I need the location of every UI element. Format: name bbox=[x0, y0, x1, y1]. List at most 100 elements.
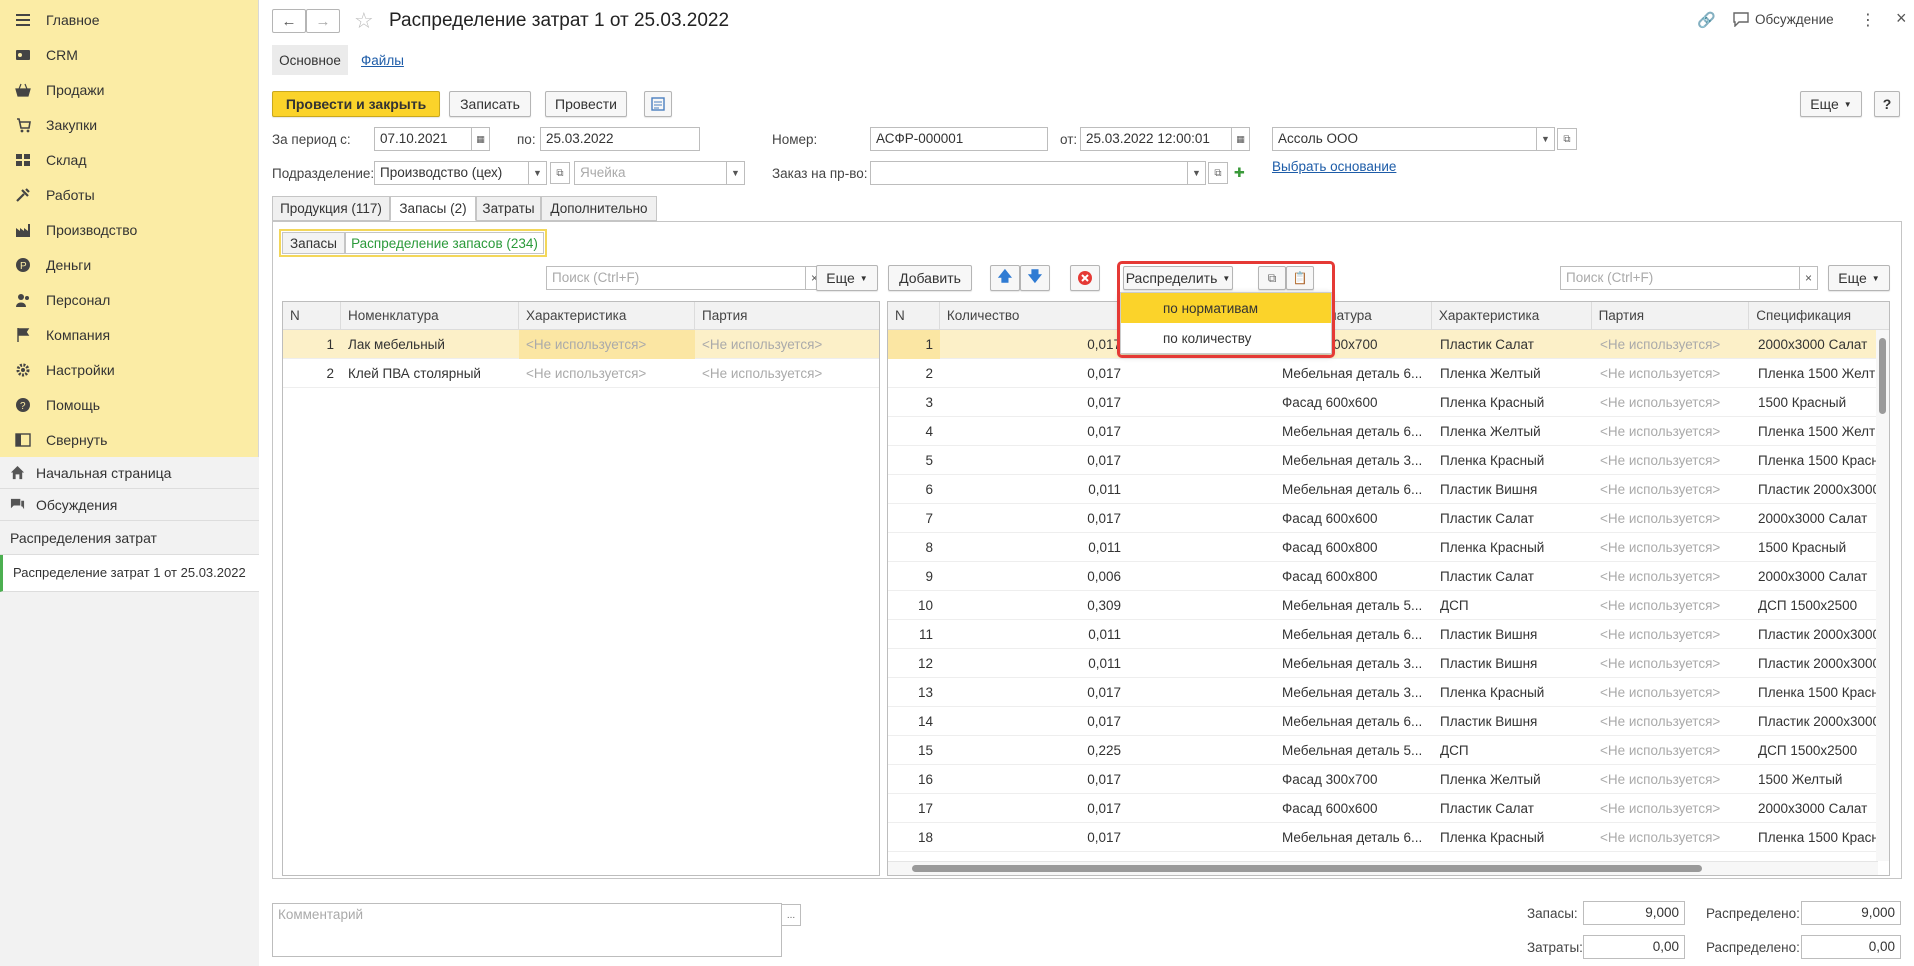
date-calendar-icon[interactable]: ▦ bbox=[1232, 127, 1250, 151]
right-search-clear-icon[interactable]: × bbox=[1800, 266, 1818, 290]
table-row[interactable]: 10 0,309 Мебельная деталь 5... ДСП <Не испол… bbox=[888, 591, 1889, 620]
col-char[interactable]: Характеристика bbox=[519, 302, 695, 329]
col-n[interactable]: N bbox=[888, 302, 940, 329]
table-row[interactable]: 10,017Фасад 600х700Пластик Салат<Не испо… bbox=[888, 329, 1889, 359]
vertical-scrollbar[interactable] bbox=[1876, 330, 1889, 861]
col-batch[interactable]: Партия bbox=[1592, 302, 1750, 329]
sidebar-item-tools[interactable]: Работы bbox=[0, 177, 258, 212]
add-button[interactable]: Добавить bbox=[888, 265, 972, 291]
forward-button[interactable]: → bbox=[306, 9, 340, 33]
cell-dropdown-icon[interactable]: ▼ bbox=[727, 161, 745, 185]
subtab-stock[interactable]: Запасы bbox=[282, 232, 345, 254]
save-button[interactable]: Записать bbox=[449, 91, 531, 117]
horizontal-scroll-thumb[interactable] bbox=[912, 865, 1702, 872]
table-row[interactable]: 18 0,017 Мебельная деталь 6... Пленка Красн… bbox=[888, 823, 1889, 852]
choose-basis-link[interactable]: Выбрать основание bbox=[1272, 159, 1396, 174]
subtab-stock-distribution[interactable]: Распределение запасов (234) bbox=[345, 232, 544, 254]
section-link[interactable]: Распределения затрат bbox=[0, 521, 259, 555]
kebab-menu-icon[interactable]: ⋮ bbox=[1860, 10, 1876, 30]
table-row[interactable]: 1 Лак мебельный <Не используется> <Не испол… bbox=[283, 329, 879, 359]
table-row[interactable]: 12 0,011 Мебельная деталь 3... Пластик Вишн… bbox=[888, 649, 1889, 678]
discussions-link[interactable]: Обсуждения bbox=[0, 489, 259, 521]
table-row[interactable]: 3 0,017 Фасад 600х600 Пленка Красный <Не исп… bbox=[888, 388, 1889, 417]
link-icon[interactable]: 🔗 bbox=[1697, 11, 1716, 29]
col-spec[interactable]: Спецификация bbox=[1749, 302, 1889, 329]
comment-field[interactable]: Комментарий bbox=[272, 903, 782, 957]
table-row[interactable]: 11 0,011 Мебельная деталь 6... Пластик Вишн… bbox=[888, 620, 1889, 649]
table-row[interactable]: 8 0,011 Фасад 600х800 Пленка Красный <Не исп… bbox=[888, 533, 1889, 562]
close-icon[interactable]: × bbox=[1896, 8, 1907, 29]
delete-button[interactable] bbox=[1070, 265, 1100, 291]
sidebar-item-sales[interactable]: Продажи bbox=[0, 72, 258, 107]
table-row[interactable]: 4 0,017 Мебельная деталь 6... Пленка Желтый… bbox=[888, 417, 1889, 446]
date-field[interactable]: 25.03.2022 12:00:01 bbox=[1080, 127, 1232, 151]
division-dropdown-icon[interactable]: ▼ bbox=[529, 161, 547, 185]
organization-dropdown-icon[interactable]: ▼ bbox=[1537, 127, 1555, 151]
cell-field[interactable]: Ячейка bbox=[574, 161, 727, 185]
order-dropdown-icon[interactable]: ▼ bbox=[1188, 161, 1206, 185]
organization-open-icon[interactable]: ⧉ bbox=[1557, 128, 1577, 150]
sidebar-item-crm[interactable]: CRM bbox=[0, 37, 258, 72]
discussion-button[interactable]: Обсуждение bbox=[1733, 12, 1834, 27]
sidebar-item-purchases[interactable]: Закупки bbox=[0, 107, 258, 142]
table-row[interactable]: 16 0,017 Фасад 300х700 Пленка Желтый <Не исп… bbox=[888, 765, 1889, 794]
post-button[interactable]: Провести bbox=[545, 91, 627, 117]
table-row[interactable]: 7 0,017 Фасад 600х600 Пластик Салат <Не испо… bbox=[888, 504, 1889, 533]
col-batch[interactable]: Партия bbox=[695, 302, 879, 329]
order-field[interactable] bbox=[870, 161, 1188, 185]
tab-main[interactable]: Основное bbox=[272, 45, 348, 75]
calendar-icon[interactable]: ▦ bbox=[472, 127, 490, 151]
left-search-input[interactable]: Поиск (Ctrl+F) bbox=[546, 266, 806, 290]
left-more-button[interactable]: Еще ▼ bbox=[816, 265, 878, 291]
tab-products[interactable]: Продукция (117) bbox=[272, 196, 390, 221]
table-row[interactable]: 2 0,017 Мебельная деталь 6... Пленка Желтый… bbox=[888, 359, 1889, 388]
right-search-input[interactable]: Поиск (Ctrl+F) bbox=[1560, 266, 1800, 290]
distributed-value-2[interactable]: 0,00 bbox=[1801, 935, 1901, 959]
back-button[interactable]: ← bbox=[272, 9, 306, 33]
order-open-icon[interactable]: ⧉ bbox=[1208, 162, 1228, 184]
table-row[interactable]: 17 0,017 Фасад 600х600 Пластик Салат <Не исп… bbox=[888, 794, 1889, 823]
table-row[interactable]: 9 0,006 Фасад 600х800 Пластик Салат <Не испо… bbox=[888, 562, 1889, 591]
costs-total-value[interactable]: 0,00 bbox=[1583, 935, 1685, 959]
sidebar-item-menu[interactable]: Главное bbox=[0, 2, 258, 37]
stock-total-value[interactable]: 9,000 bbox=[1583, 901, 1685, 925]
division-open-icon[interactable]: ⧉ bbox=[550, 162, 570, 184]
sidebar-item-money[interactable]: P Деньги bbox=[0, 247, 258, 282]
vertical-scroll-thumb[interactable] bbox=[1879, 338, 1886, 414]
organization-field[interactable]: Ассоль ООО bbox=[1272, 127, 1537, 151]
sidebar-item-flag[interactable]: Компания bbox=[0, 317, 258, 352]
comment-expand-button[interactable]: ... bbox=[781, 904, 801, 926]
tab-costs[interactable]: Затраты bbox=[476, 196, 541, 221]
division-field[interactable]: Производство (цех) bbox=[374, 161, 529, 185]
sidebar-item-people[interactable]: Персонал bbox=[0, 282, 258, 317]
create-order-icon[interactable]: ✚ bbox=[1234, 165, 1245, 181]
sidebar-item-collapse[interactable]: Свернуть bbox=[0, 422, 258, 457]
more-button[interactable]: Еще ▼ bbox=[1800, 91, 1862, 117]
post-and-close-button[interactable]: Провести и закрыть bbox=[272, 91, 440, 117]
table-row[interactable]: 14 0,017 Мебельная деталь 6... Пластик Вишн… bbox=[888, 707, 1889, 736]
number-field[interactable]: АСФР-000001 bbox=[870, 127, 1048, 151]
right-more-button[interactable]: Еще ▼ bbox=[1828, 265, 1890, 291]
tab-additional[interactable]: Дополнительно bbox=[541, 196, 657, 221]
period-to-field[interactable]: 25.03.2022 bbox=[540, 127, 700, 151]
sidebar-item-warehouse[interactable]: Склад bbox=[0, 142, 258, 177]
distributed-value-1[interactable]: 9,000 bbox=[1801, 901, 1901, 925]
sidebar-item-help[interactable]: ? Помощь bbox=[0, 387, 258, 422]
table-row[interactable]: 13 0,017 Мебельная деталь 3... Пленка Красн… bbox=[888, 678, 1889, 707]
home-link[interactable]: Начальная страница bbox=[0, 457, 259, 489]
table-row[interactable]: 15 0,225 Мебельная деталь 5... ДСП <Не испол… bbox=[888, 736, 1889, 765]
col-char[interactable]: Характеристика bbox=[1432, 302, 1592, 329]
period-from-field[interactable]: 07.10.2021 bbox=[374, 127, 472, 151]
report-button[interactable] bbox=[644, 91, 672, 117]
move-up-button[interactable]: 🡅 bbox=[990, 265, 1020, 291]
open-document-tab[interactable]: Распределение затрат 1 от 25.03.2022 bbox=[0, 555, 259, 592]
tab-files[interactable]: Файлы bbox=[361, 53, 404, 68]
favorite-star-icon[interactable]: ☆ bbox=[354, 8, 374, 34]
move-down-button[interactable]: 🡇 bbox=[1020, 265, 1050, 291]
horizontal-scrollbar[interactable] bbox=[888, 861, 1878, 875]
sidebar-item-factory[interactable]: Производство bbox=[0, 212, 258, 247]
help-button[interactable]: ? bbox=[1874, 91, 1900, 117]
col-n[interactable]: N bbox=[283, 302, 341, 329]
table-row[interactable]: 6 0,011 Мебельная деталь 6... Пластик Вишня… bbox=[888, 475, 1889, 504]
table-row[interactable]: 2 Клей ПВА столярный <Не используется> <Не … bbox=[283, 359, 879, 388]
